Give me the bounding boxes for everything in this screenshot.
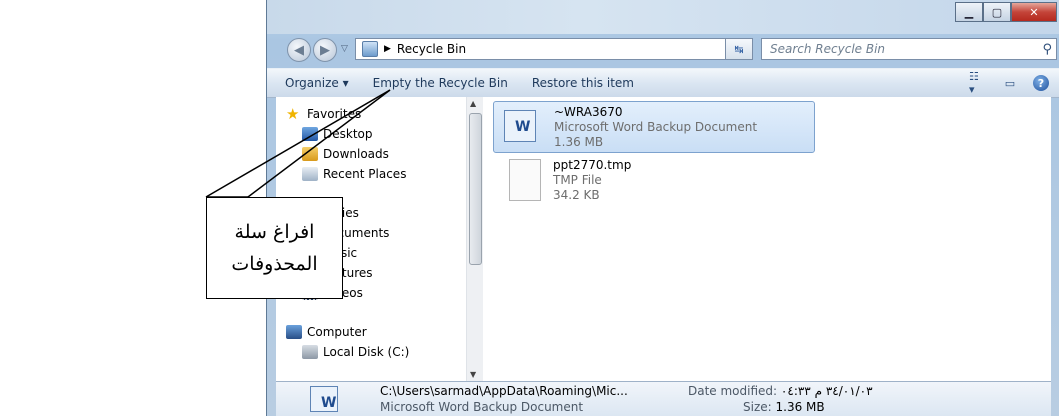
search-icon[interactable]: ⚲ — [1042, 42, 1052, 57]
recent-places-icon — [302, 167, 318, 181]
date-value: ٣٤/٠١/٠٣ م ٠٤:٣٣ — [780, 384, 873, 398]
nav-computer[interactable]: Computer — [286, 323, 367, 341]
empty-recycle-bin-button[interactable]: Empty the Recycle Bin — [361, 76, 520, 90]
forward-button[interactable]: ▶ — [313, 38, 337, 62]
maximize-button[interactable]: ▢ — [983, 2, 1011, 22]
star-icon: ★ — [286, 105, 300, 123]
breadcrumb-arrow-icon[interactable]: ▶ — [384, 44, 391, 54]
file-text: ~WRA3670 Microsoft Word Backup Document … — [554, 105, 757, 150]
close-button[interactable]: ✕ — [1011, 2, 1057, 22]
scroll-up-icon[interactable]: ▲ — [470, 99, 476, 108]
file-text: ppt2770.tmp TMP File 34.2 KB — [553, 158, 631, 203]
annotation-callout: افراغ سلة المحذوفات — [206, 197, 343, 299]
preview-pane-icon[interactable]: ▭ — [1001, 75, 1019, 91]
nav-scrollbar[interactable]: ▲ ▼ — [466, 97, 483, 381]
callout-line-2: المحذوفات — [231, 253, 318, 275]
nav-recent-places[interactable]: Recent Places — [302, 165, 406, 183]
file-name: ppt2770.tmp — [553, 158, 632, 172]
nav-local-disk-label: Local Disk (C:) — [323, 345, 410, 359]
local-disk-icon — [302, 345, 318, 359]
nav-local-disk[interactable]: Local Disk (C:) — [302, 343, 409, 361]
view-controls: ☷ ▾ ▭ ? — [969, 70, 1059, 96]
date-label: Date modified: — [688, 384, 778, 398]
refresh-button[interactable]: ↹ — [725, 38, 753, 60]
details-path: C:\Users\sarmad\AppData\Roaming\Mic... — [380, 384, 628, 398]
explorer-window: ▁ ▢ ✕ ◀ ▶ ▽ ▶ Recycle Bin ▼ ↹ Search Rec… — [266, 0, 1059, 416]
details-date-modified: Date modified: ٣٤/٠١/٠٣ م ٠٤:٣٣ — [688, 384, 873, 398]
word-document-icon — [310, 386, 344, 414]
details-pane: C:\Users\sarmad\AppData\Roaming\Mic... M… — [276, 381, 1051, 416]
title-bar — [267, 0, 1059, 34]
file-size: 34.2 KB — [553, 188, 600, 202]
breadcrumb-location[interactable]: Recycle Bin — [397, 42, 466, 56]
file-name: ~WRA3670 — [554, 105, 623, 119]
nav-desktop-label: Desktop — [323, 127, 373, 141]
command-bar: Organize ▾ Empty the Recycle Bin Restore… — [267, 68, 1059, 98]
file-size: 1.36 MB — [554, 135, 604, 149]
back-arrow-icon: ◀ — [294, 42, 304, 58]
computer-icon — [286, 325, 302, 339]
forward-arrow-icon: ▶ — [320, 42, 330, 58]
list-item[interactable]: ppt2770.tmp TMP File 34.2 KB — [493, 155, 813, 205]
nav-recent-places-label: Recent Places — [323, 167, 407, 181]
blank-file-icon — [499, 159, 545, 201]
nav-computer-label: Computer — [307, 325, 367, 339]
size-label: Size: — [743, 400, 772, 414]
file-type: TMP File — [553, 173, 602, 187]
list-item[interactable]: ~WRA3670 Microsoft Word Backup Document … — [493, 101, 815, 153]
search-input[interactable]: Search Recycle Bin ⚲ — [761, 38, 1057, 60]
caption-buttons: ▁ ▢ ✕ — [955, 2, 1057, 22]
nav-favorites-label: Favorites — [307, 107, 362, 121]
details-type: Microsoft Word Backup Document — [380, 400, 584, 414]
nav-favorites[interactable]: ★ Favorites — [286, 105, 361, 123]
scroll-down-icon[interactable]: ▼ — [470, 370, 476, 379]
details-size: Size: 1.36 MB — [743, 400, 825, 414]
recent-pages-dropdown-icon[interactable]: ▽ — [341, 44, 348, 54]
minimize-button[interactable]: ▁ — [955, 2, 983, 22]
size-value: 1.36 MB — [775, 400, 825, 414]
refresh-icon: ↹ — [734, 42, 744, 56]
organize-button[interactable]: Organize ▾ — [267, 76, 361, 90]
file-list: ~WRA3670 Microsoft Word Backup Document … — [483, 97, 1051, 381]
file-type: Microsoft Word Backup Document — [554, 120, 758, 134]
recycle-bin-icon — [362, 41, 378, 57]
search-placeholder: Search Recycle Bin — [770, 42, 886, 56]
word-document-icon — [500, 106, 546, 146]
downloads-icon — [302, 147, 318, 161]
back-button[interactable]: ◀ — [287, 38, 311, 62]
help-icon[interactable]: ? — [1033, 75, 1049, 91]
desktop-icon — [302, 127, 318, 141]
scroll-thumb[interactable] — [469, 113, 482, 265]
callout-line-1: افراغ سلة — [234, 221, 315, 243]
restore-item-button[interactable]: Restore this item — [520, 76, 646, 90]
nav-downloads[interactable]: Downloads — [302, 145, 389, 163]
address-row: ◀ ▶ ▽ ▶ Recycle Bin ▼ ↹ Search Recycle B… — [267, 36, 1059, 64]
address-field[interactable]: ▶ Recycle Bin ▼ — [355, 38, 745, 60]
nav-desktop[interactable]: Desktop — [302, 125, 373, 143]
view-options-icon[interactable]: ☷ ▾ — [969, 70, 987, 96]
nav-downloads-label: Downloads — [323, 147, 389, 161]
